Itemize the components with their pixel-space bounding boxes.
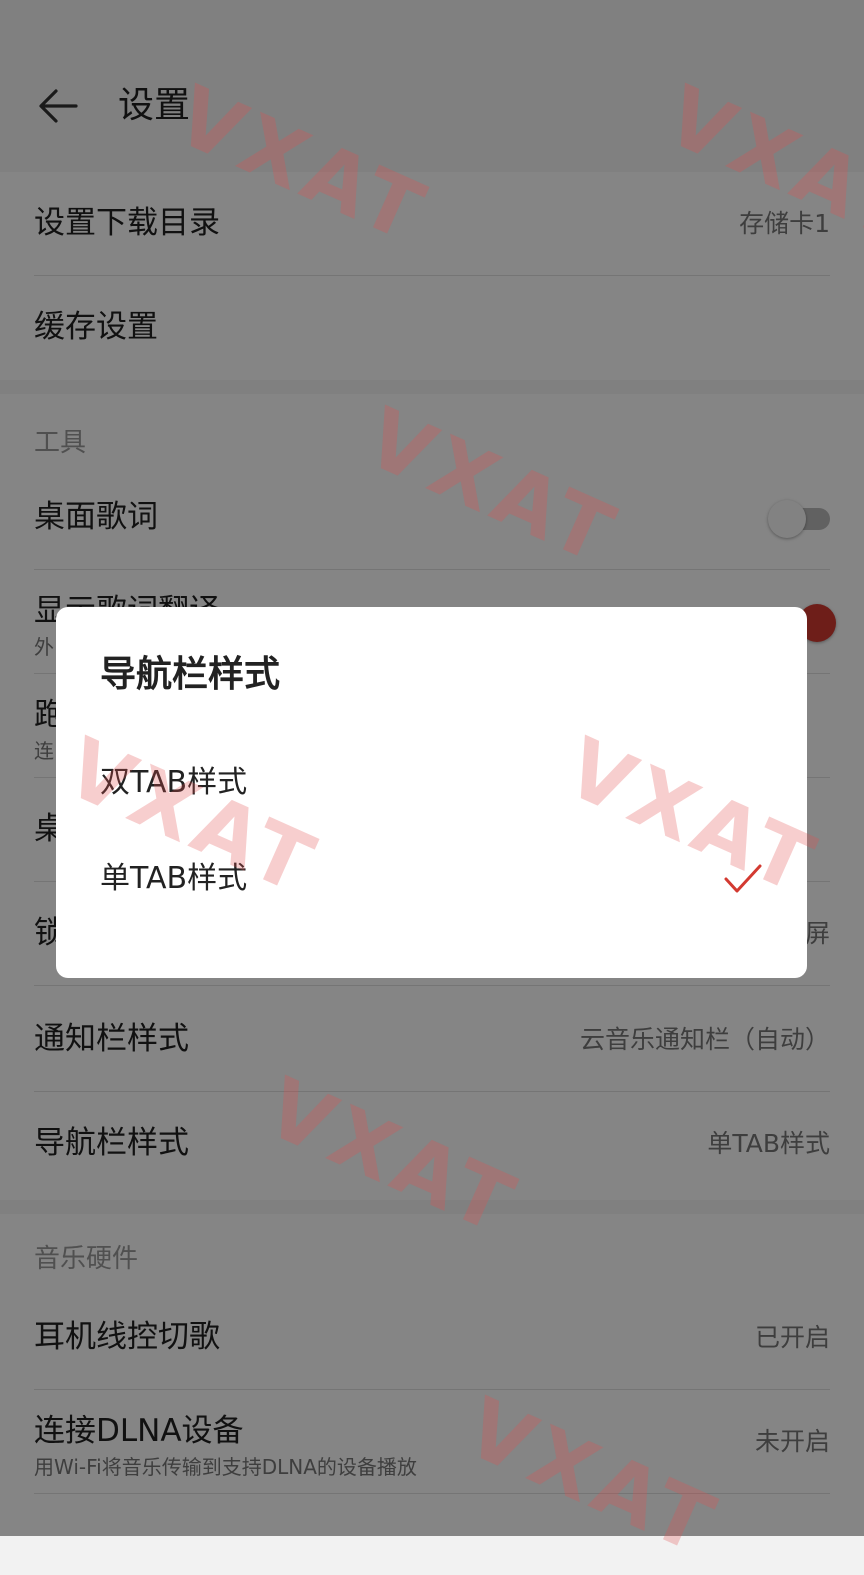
check-icon [724,864,762,893]
option-double-tab[interactable]: 双TAB样式 [56,739,807,829]
option-label: 单TAB样式 [100,861,248,896]
dialog-title: 导航栏样式 [100,654,281,695]
option-single-tab[interactable]: 单TAB样式 [56,835,807,925]
navbar-style-dialog: 导航栏样式 双TAB样式 单TAB样式 [56,607,807,978]
option-label: 双TAB样式 [100,765,248,800]
